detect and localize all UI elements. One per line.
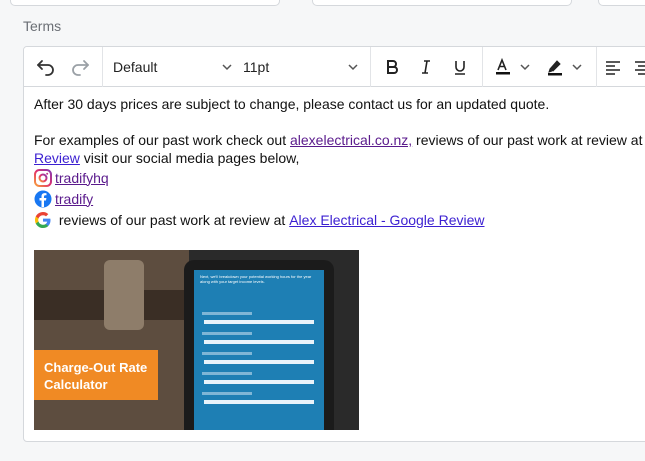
- font-family-select[interactable]: Default: [113, 55, 233, 79]
- underline-icon: [455, 61, 465, 75]
- font-family-value: Default: [113, 59, 158, 75]
- align-left-button[interactable]: [601, 55, 625, 79]
- terms-label: Terms: [23, 18, 62, 34]
- undo-button[interactable]: [34, 55, 58, 79]
- redo-icon: [72, 60, 89, 76]
- align-left-icon: [606, 61, 620, 75]
- form-label: [202, 332, 252, 335]
- facebook-link[interactable]: tradify: [55, 190, 93, 208]
- examples-prefix: For examples of our past work check out: [34, 132, 290, 148]
- screen-heading: Next, we'll breakdown your potential wor…: [200, 274, 312, 284]
- google-review-link[interactable]: Alex Electrical - Google Review: [289, 211, 484, 229]
- text-color-icon: [496, 57, 510, 75]
- editor-toolbar: Default 11pt: [24, 47, 645, 87]
- chevron-down-icon: [348, 64, 358, 71]
- editor-content[interactable]: After 30 days prices are subject to chan…: [34, 95, 645, 230]
- rich-text-editor[interactable]: Default 11pt After 30 days prices are su…: [23, 46, 645, 442]
- text-color-button[interactable]: [490, 55, 534, 79]
- underline-button[interactable]: [448, 55, 472, 79]
- align-center-icon: [635, 61, 645, 75]
- tool-pouch: [104, 260, 144, 330]
- highlight-icon: [548, 60, 562, 76]
- paragraph-terms: After 30 days prices are subject to chan…: [34, 96, 550, 112]
- form-label: [202, 352, 252, 355]
- redo-button[interactable]: [68, 55, 92, 79]
- field-left[interactable]: [10, 0, 280, 6]
- google-text: reviews of our past work at review at: [55, 211, 290, 228]
- italic-icon: [422, 60, 430, 74]
- examples-suffix: reviews of our past work at review at Al…: [416, 132, 645, 148]
- form-label: [202, 392, 252, 395]
- facebook-row: tradify: [34, 188, 645, 209]
- form-row: [204, 320, 314, 324]
- review-link[interactable]: Review: [34, 150, 80, 166]
- tablet-screen: Next, we'll breakdown your potential wor…: [194, 270, 324, 430]
- font-size-select[interactable]: 11pt: [243, 55, 359, 79]
- form-label: [202, 372, 252, 375]
- form-row: [204, 380, 314, 384]
- calculator-callout: Charge-Out Rate Calculator: [34, 350, 158, 400]
- paragraph-social: Review visit our social media pages belo…: [34, 149, 645, 167]
- align-center-button[interactable]: [630, 55, 645, 79]
- form-row: [204, 360, 314, 364]
- bold-icon: [387, 60, 398, 74]
- instagram-icon: [34, 168, 52, 187]
- chevron-down-icon: [572, 64, 582, 71]
- font-size-value: 11pt: [243, 59, 270, 75]
- social-text: visit our social media pages below,: [79, 150, 300, 166]
- bold-button[interactable]: [380, 55, 404, 79]
- highlight-button[interactable]: [542, 55, 586, 79]
- google-row: reviews of our past work at review at Al…: [34, 209, 645, 230]
- chevron-down-icon: [520, 64, 530, 71]
- toolbar-divider: [482, 47, 483, 87]
- toolbar-divider: [370, 47, 371, 87]
- field-middle[interactable]: [312, 0, 572, 6]
- instagram-link[interactable]: tradifyhq: [55, 169, 109, 187]
- top-fields: [0, 0, 645, 8]
- field-right[interactable]: [598, 0, 645, 6]
- website-link[interactable]: alexelectrical.co.nz,: [290, 132, 412, 148]
- instagram-row: tradifyhq: [34, 167, 645, 188]
- undo-icon: [37, 60, 54, 76]
- form-row: [204, 400, 314, 404]
- toolbar-divider: [596, 47, 597, 87]
- form-row: [204, 340, 314, 344]
- google-icon: [35, 211, 51, 228]
- form-label: [202, 312, 252, 315]
- chevron-down-icon: [222, 64, 232, 71]
- paragraph-examples: For examples of our past work check out …: [34, 131, 645, 149]
- charge-out-rate-image: Next, we'll breakdown your potential wor…: [34, 250, 359, 430]
- facebook-icon: [34, 190, 52, 207]
- toolbar-divider: [102, 47, 103, 87]
- italic-button[interactable]: [414, 55, 438, 79]
